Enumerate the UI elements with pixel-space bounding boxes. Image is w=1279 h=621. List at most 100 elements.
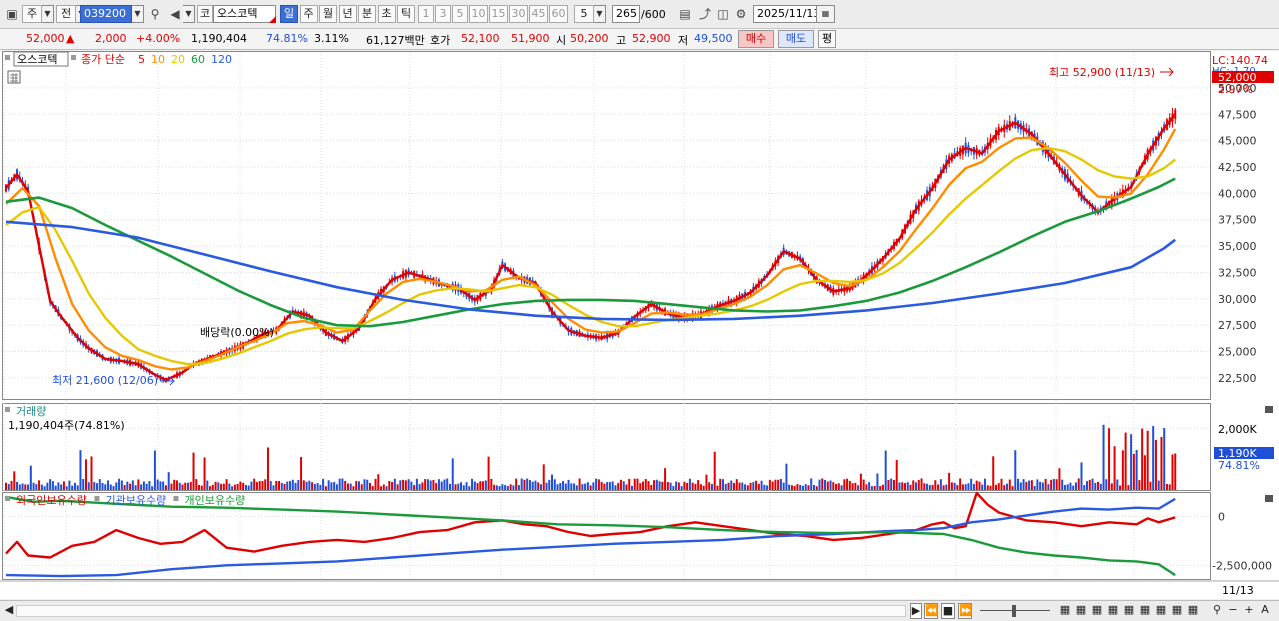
volume-bar: [344, 480, 347, 490]
toolbar-icon[interactable]: ▦: [1154, 603, 1168, 619]
scroll-track[interactable]: [16, 605, 906, 617]
sound-icon[interactable]: ◀: [166, 5, 184, 23]
volume-bar: [1033, 485, 1036, 490]
volume-bar: [837, 483, 840, 490]
period-tab[interactable]: 년: [338, 5, 357, 23]
chart-area[interactable]: 50,000 47,500 45,000 42,500 40,000 37,500 35,0…: [0, 51, 1279, 599]
zoom-slider-handle[interactable]: [1012, 605, 1016, 617]
toolbar-icon[interactable]: ▦: [1090, 603, 1104, 619]
scroll-right-icon[interactable]: ▶: [910, 603, 922, 619]
chart-type-select[interactable]: 주: [22, 5, 42, 23]
minute-button[interactable]: 3: [435, 5, 451, 23]
last-icon[interactable]: ⏩: [958, 603, 973, 619]
price-y-tick: 35,000: [1218, 240, 1257, 253]
volume-bar: [76, 485, 79, 490]
zoom-search-icon[interactable]: ⚲: [1210, 603, 1224, 619]
panel-close-icon[interactable]: [1265, 406, 1273, 413]
sell-button[interactable]: 매도: [778, 30, 814, 48]
volume-bar: [1039, 481, 1042, 490]
volume-bar: [322, 478, 325, 490]
volume-bar: [159, 481, 162, 490]
volume-bar: [426, 479, 429, 490]
volume-bar: [79, 450, 82, 490]
volume-bar: [178, 482, 181, 490]
volume-bar: [151, 486, 154, 490]
drawing-tool-icon[interactable]: ⤴: [696, 5, 714, 23]
period-tab[interactable]: 틱: [397, 5, 415, 23]
compare-toggle[interactable]: 전: [56, 5, 76, 23]
stop-icon[interactable]: ■: [941, 603, 955, 619]
volume-bar: [807, 485, 810, 490]
volume-bar: [495, 485, 498, 490]
zoom-out-icon[interactable]: −: [1226, 603, 1240, 619]
minute-button[interactable]: 10: [469, 5, 488, 23]
stock-chart-svg[interactable]: 50,00047,50045,00042,50040,00037,50035,0…: [0, 51, 1279, 599]
eval-button[interactable]: 평: [818, 30, 836, 48]
minute-button[interactable]: 45: [529, 5, 548, 23]
volume-bar: [203, 457, 206, 490]
volume-bar: [1132, 453, 1135, 490]
period-tab[interactable]: 분: [358, 5, 376, 23]
volume-bar: [669, 482, 672, 490]
volume-bar: [636, 478, 639, 490]
volume-bar: [289, 481, 292, 490]
minute-button[interactable]: 5: [452, 5, 468, 23]
volume-bar: [437, 479, 440, 490]
volume-bar: [1099, 483, 1102, 490]
search-icon[interactable]: ⚲: [146, 5, 164, 23]
price-y-tick: 37,500: [1218, 214, 1257, 227]
volume-bar: [785, 463, 788, 490]
font-size-icon[interactable]: A: [1258, 603, 1272, 619]
volume-bar: [1083, 485, 1086, 490]
period-tab[interactable]: 일: [280, 5, 298, 23]
toolbar-icon[interactable]: ▦: [1138, 603, 1152, 619]
volume-bar: [506, 486, 509, 490]
n-value-select[interactable]: 5: [574, 5, 594, 23]
toolbar-icon[interactable]: ▦: [1106, 603, 1120, 619]
zoom-in-icon[interactable]: +: [1242, 603, 1256, 619]
legend-ma-label: 종가 단순: [81, 53, 125, 66]
stock-code-input[interactable]: 039200: [80, 5, 132, 23]
toolbar-icon[interactable]: ▦: [1058, 603, 1072, 619]
volume-bar: [1077, 478, 1080, 490]
volume-bar: [892, 479, 895, 490]
volume-bar: [630, 485, 633, 490]
chevron-down-icon[interactable]: ▼: [594, 5, 606, 23]
volume-bar: [46, 482, 49, 490]
minute-button[interactable]: 60: [549, 5, 568, 23]
code-dropdown[interactable]: ▼: [132, 5, 144, 23]
toolbar-icon[interactable]: ▦: [1170, 603, 1184, 619]
turnover-rate: 3.11%: [314, 32, 349, 45]
volume-bar: [101, 482, 104, 490]
date-input[interactable]: 2025/11/13: [753, 5, 817, 23]
minute-button[interactable]: 30: [509, 5, 528, 23]
volume-bar: [595, 478, 598, 490]
current-pct-text: 2.97%: [1218, 83, 1253, 96]
scroll-left-icon[interactable]: ◀: [4, 603, 14, 619]
first-icon[interactable]: ⏪: [924, 603, 939, 619]
volume-bar: [65, 486, 68, 490]
save-icon[interactable]: ◫: [714, 5, 732, 23]
toolbar-icon[interactable]: ▦: [1074, 603, 1088, 619]
calendar-icon[interactable]: ▦: [817, 5, 835, 23]
period-tab[interactable]: 월: [319, 5, 337, 23]
chevron-down-icon[interactable]: ▼: [183, 5, 195, 23]
minute-button[interactable]: 15: [489, 5, 508, 23]
toolbar-icon[interactable]: ▦: [1186, 603, 1200, 619]
candle-count-input[interactable]: 265: [612, 5, 640, 23]
minute-button[interactable]: 1: [418, 5, 434, 23]
chevron-down-icon[interactable]: ▼: [42, 5, 54, 23]
volume-bar: [661, 481, 664, 490]
toolbar-icon[interactable]: ▦: [1122, 603, 1136, 619]
period-tab[interactable]: 주: [299, 5, 318, 23]
stock-name-field[interactable]: 오스코텍: [213, 5, 276, 23]
settings-icon[interactable]: ⚙: [732, 5, 750, 23]
volume-bar: [388, 480, 391, 490]
layout-icon[interactable]: ▣: [3, 5, 21, 23]
volume-bar: [162, 481, 165, 490]
candle-style-icon[interactable]: ▤: [676, 5, 694, 23]
period-tab[interactable]: 초: [377, 5, 396, 23]
buy-button[interactable]: 매수: [738, 30, 774, 48]
panel-close-icon[interactable]: [1265, 495, 1273, 502]
volume-bar: [901, 482, 904, 490]
